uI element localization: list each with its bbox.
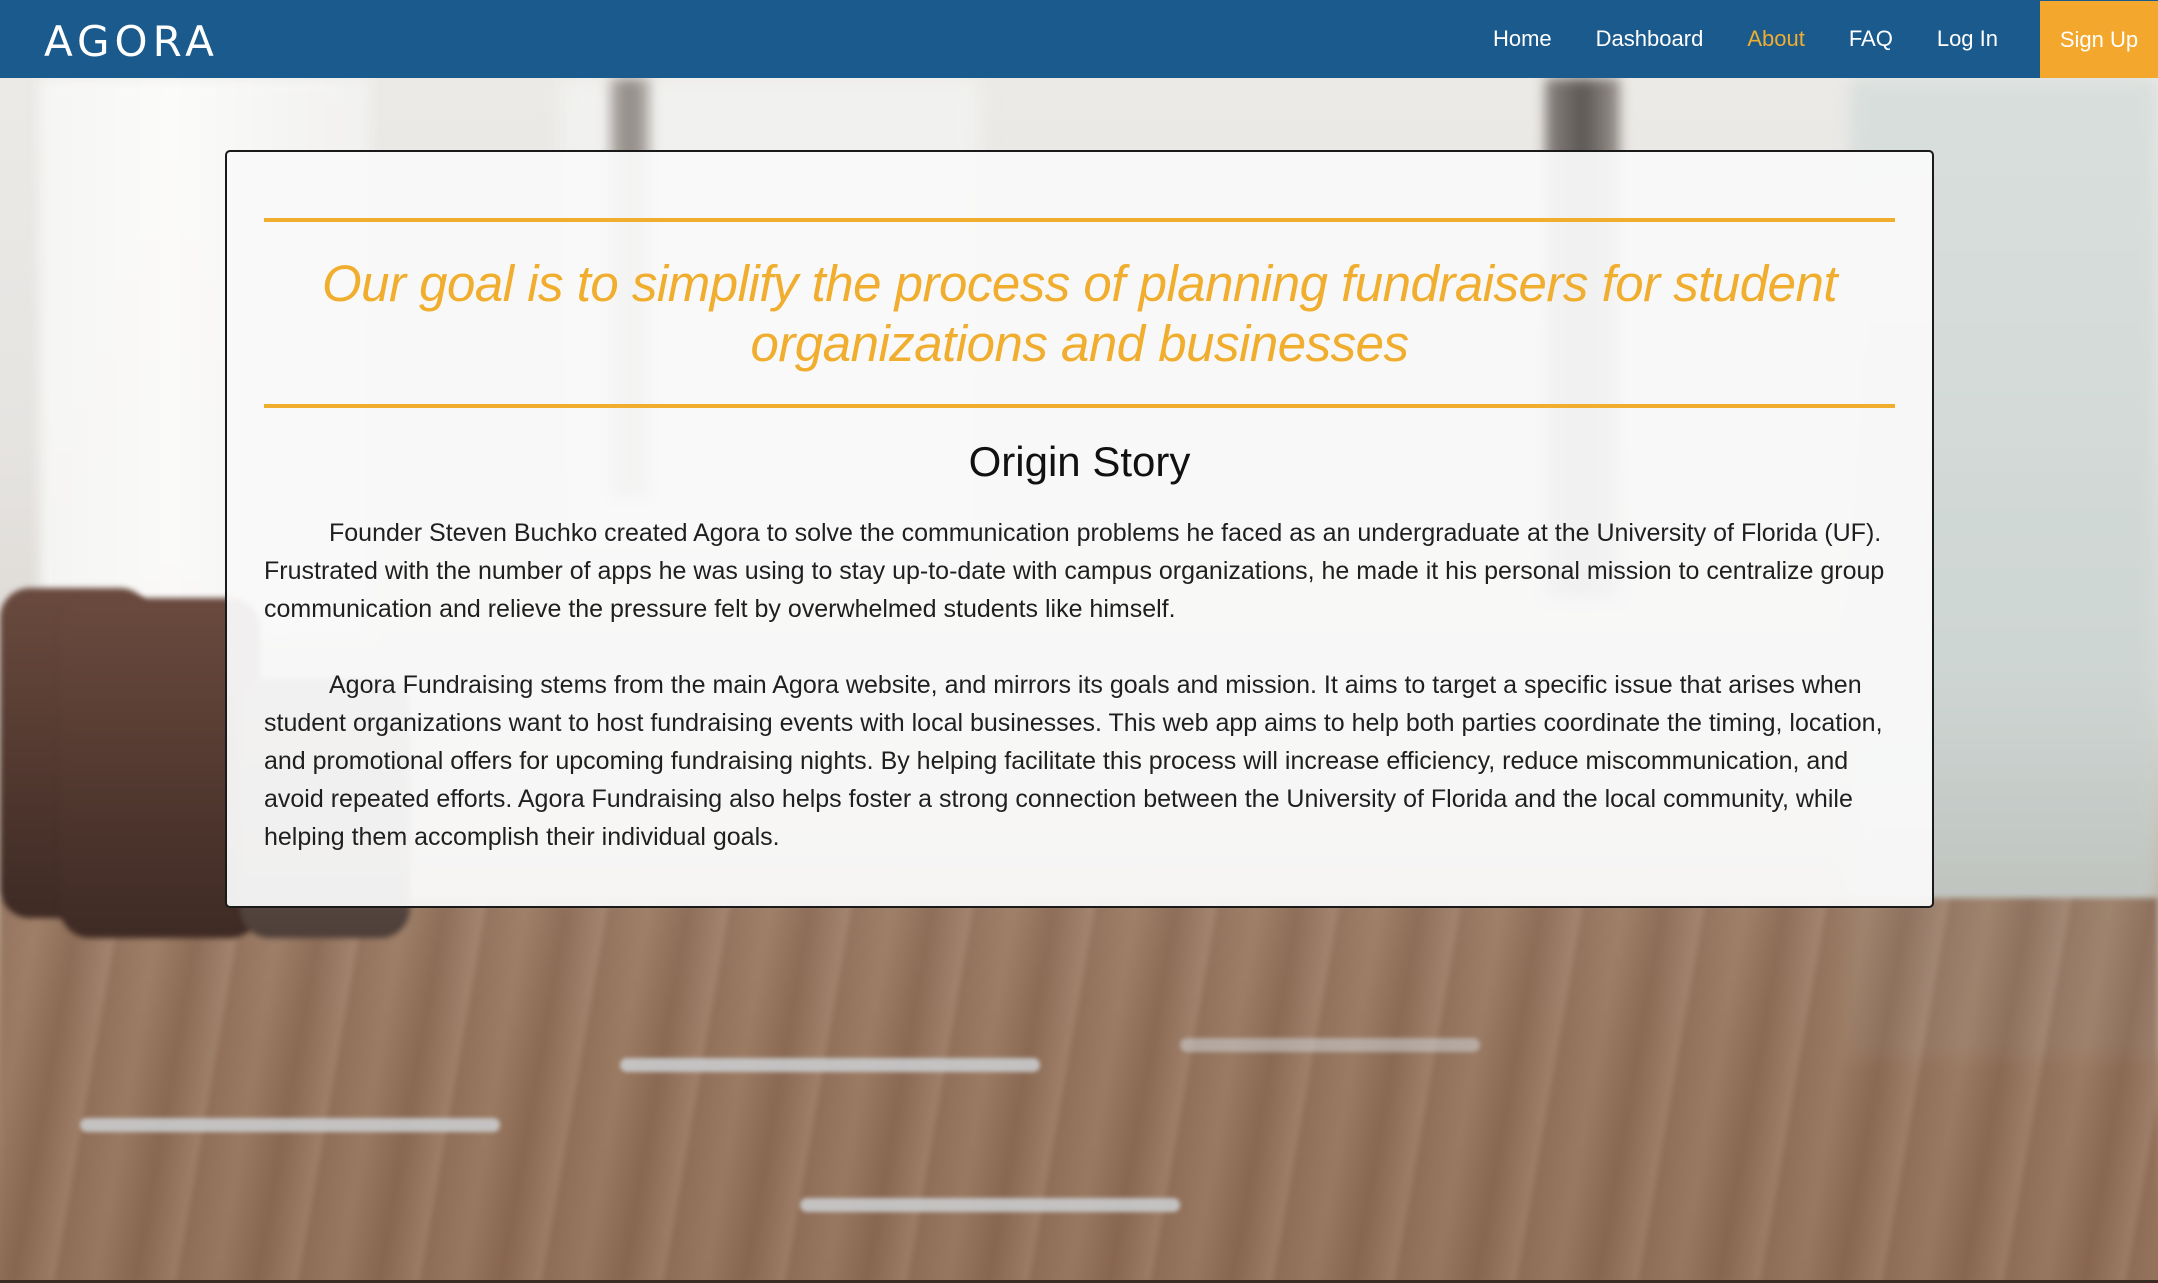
about-card: Our goal is to simplify the process of p… <box>225 150 1934 908</box>
nav-links: Home Dashboard About FAQ Log In Sign Up <box>1471 0 2158 78</box>
origin-story-heading: Origin Story <box>968 438 1191 485</box>
nav-link-about[interactable]: About <box>1747 26 1805 52</box>
logo-text: AGORA <box>44 16 219 66</box>
nav-link-dashboard[interactable]: Dashboard <box>1596 26 1704 52</box>
mission-statement: Our goal is to simplify the process of p… <box>321 255 1838 372</box>
background-chair-base <box>800 1198 1180 1212</box>
background-floor <box>0 898 2158 1283</box>
nav-link-home[interactable]: Home <box>1493 26 1552 52</box>
mission-bottom-rule <box>264 404 1895 408</box>
origin-paragraph: Founder Steven Buchko created Agora to s… <box>264 519 1885 623</box>
mission-top-rule <box>264 218 1895 222</box>
nav-link-login[interactable]: Log In <box>1937 26 1998 52</box>
background-chair-base <box>1180 1038 1480 1052</box>
background-chair-base <box>620 1058 1040 1072</box>
agora-logo[interactable]: AGORA <box>44 16 219 66</box>
fundraising-paragraph: Agora Fundraising stems from the main Ag… <box>264 671 1883 851</box>
nav-link-faq[interactable]: FAQ <box>1849 26 1893 52</box>
background-chair-base <box>80 1118 500 1132</box>
signup-button[interactable]: Sign Up <box>2040 0 2158 78</box>
top-navbar: AGORA Home Dashboard About FAQ Log In Si… <box>0 0 2158 78</box>
